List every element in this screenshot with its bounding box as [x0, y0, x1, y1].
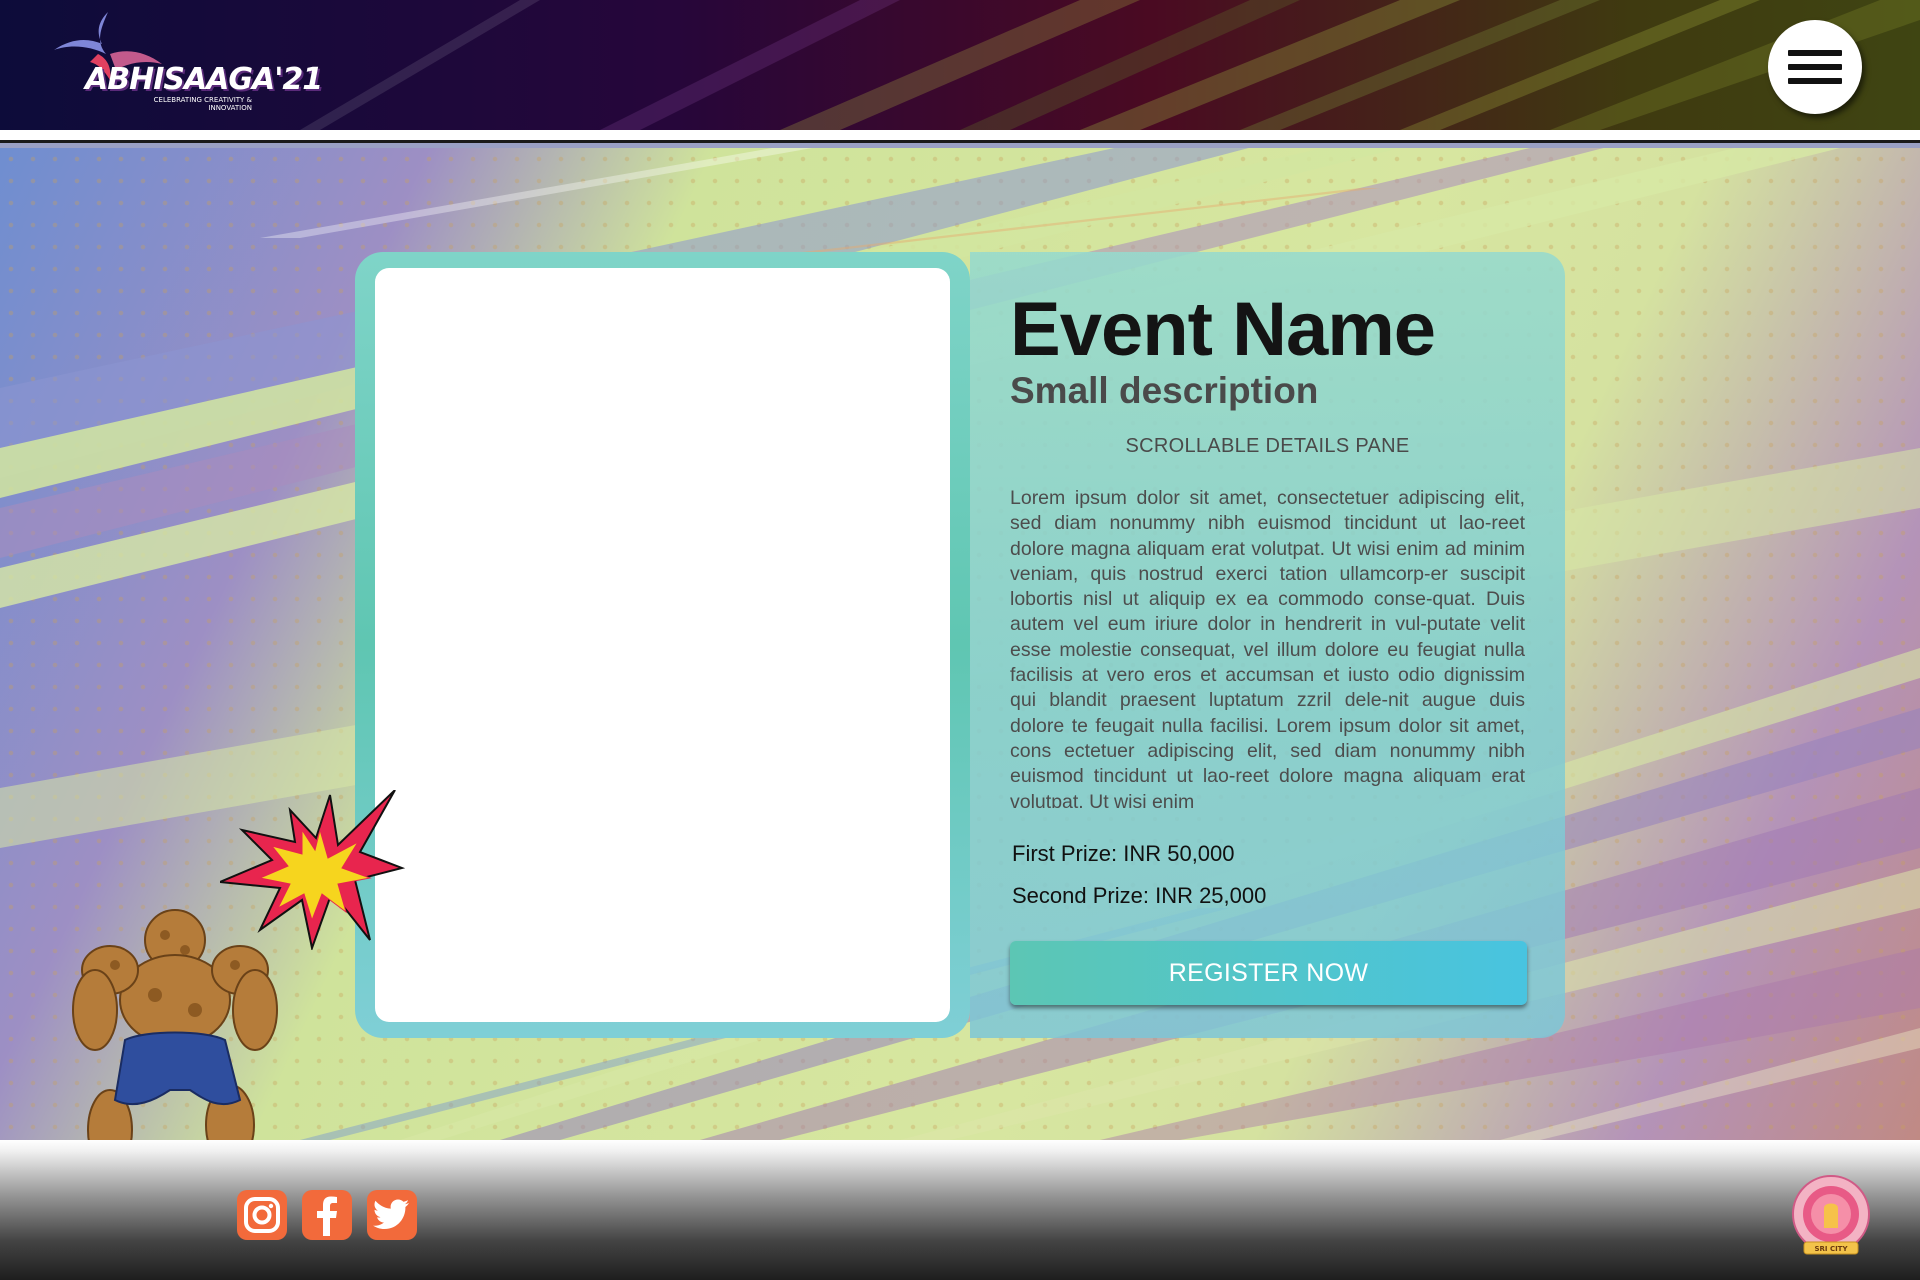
hamburger-line	[1788, 78, 1842, 84]
instagram-icon	[244, 1197, 280, 1233]
logo-tagline: CELEBRATING CREATIVITY & INNOVATION	[153, 96, 252, 112]
menu-button[interactable]	[1768, 20, 1862, 114]
instagram-link[interactable]	[237, 1190, 287, 1240]
event-title: Event Name	[1010, 287, 1436, 372]
second-prize: Second Prize: INR 25,000	[1012, 883, 1267, 908]
facebook-icon	[317, 1196, 337, 1236]
facebook-link[interactable]	[302, 1190, 352, 1240]
college-logo-text: SRI CITY	[1814, 1245, 1848, 1253]
header-bar: ABHISAAGA'21 CELEBRATING CREATIVITY & IN…	[0, 0, 1920, 130]
twitter-link[interactable]	[367, 1190, 417, 1240]
footer-bar	[0, 1140, 1920, 1280]
hamburger-line	[1788, 64, 1842, 70]
event-card: Event Name Small description SCROLLABLE …	[355, 252, 1565, 1038]
first-prize: First Prize: INR 50,000	[1012, 841, 1235, 866]
event-image-placeholder	[375, 268, 950, 1022]
logo-wordmark: ABHISAAGA'21	[85, 62, 323, 97]
event-image-frame	[355, 252, 970, 1038]
scrollable-details-pane[interactable]: Lorem ipsum dolor sit amet, consectetuer…	[1010, 486, 1525, 808]
details-pane-label: SCROLLABLE DETAILS PANE	[1125, 435, 1410, 457]
rock-hero-character-icon	[68, 909, 278, 1180]
event-short-description: Small description	[1010, 370, 1319, 411]
iiit-sricity-logo-icon[interactable]: SRI CITY	[1786, 1172, 1876, 1262]
twitter-icon	[373, 1199, 409, 1229]
hamburger-menu-icon	[1788, 50, 1842, 56]
header-divider	[0, 130, 1920, 148]
abhisaaga-logo[interactable]: ABHISAAGA'21 CELEBRATING CREATIVITY & IN…	[50, 10, 323, 115]
register-now-button[interactable]: REGISTER NOW	[1010, 941, 1527, 1005]
event-details-panel: Event Name Small description SCROLLABLE …	[970, 252, 1565, 1038]
